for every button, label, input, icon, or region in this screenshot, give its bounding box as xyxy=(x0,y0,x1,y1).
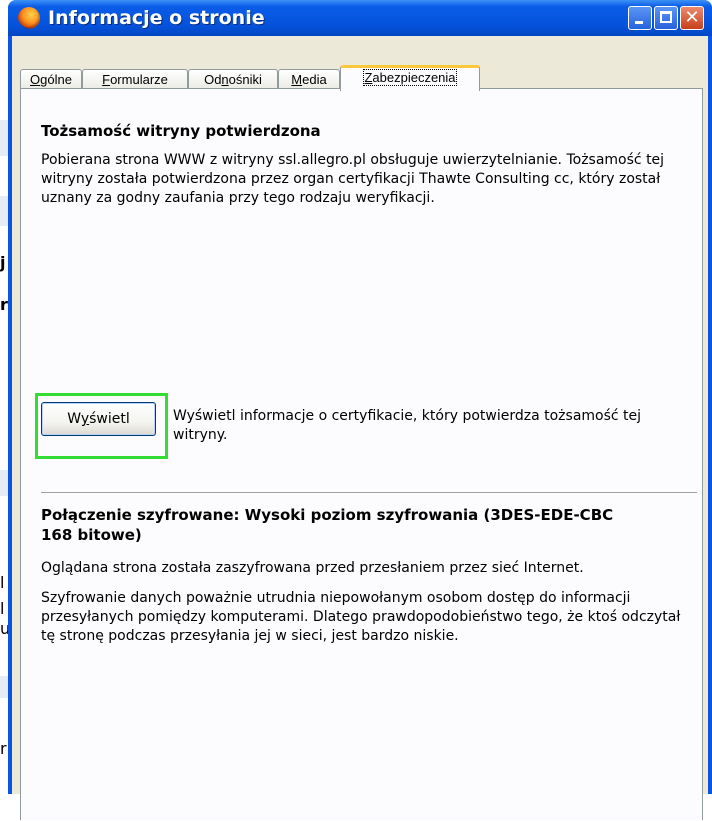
identity-description: Pobierana strona WWW z witryny ssl.alleg… xyxy=(41,152,665,206)
security-panel: Tożsamość witryny potwierdzona Pobierana… xyxy=(20,88,703,820)
tab-general[interactable]: Ogólne xyxy=(20,69,82,89)
view-certificate-description: Wyświetl informacje o certyfikacie, któr… xyxy=(173,408,642,443)
tab-forms[interactable]: Formularze xyxy=(82,69,188,89)
encryption-paragraph-2: Szyfrowanie danych poważnie utrudnia nie… xyxy=(41,590,681,644)
background-text: j xyxy=(0,253,6,272)
tab-label: Ogólne xyxy=(30,72,72,87)
encryption-paragraph-1: Oglądana strona została zaszyfrowana prz… xyxy=(41,560,584,576)
tab-label: Formularze xyxy=(102,72,168,87)
maximize-button[interactable] xyxy=(654,6,678,30)
tab-label: Zabezpieczenia xyxy=(363,69,457,86)
accelerator-key: O xyxy=(30,72,41,87)
view-certificate-button[interactable]: Wyświetl xyxy=(41,402,156,436)
background-text: r xyxy=(0,295,8,314)
accelerator-key: F xyxy=(102,72,111,87)
tab-media[interactable]: Media xyxy=(278,69,340,89)
title-bar[interactable]: Informacje o stronie ✕ xyxy=(8,0,712,36)
maximize-icon xyxy=(660,11,672,23)
encryption-heading: Połączenie szyfrowane: Wysoki poziom szy… xyxy=(41,506,614,544)
background-text: l xyxy=(0,599,5,618)
minimize-icon xyxy=(635,21,643,24)
tab-links[interactable]: Odnośniki xyxy=(188,69,278,89)
accelerator-key: M xyxy=(291,72,303,87)
background-text: r xyxy=(0,739,7,758)
tab-label: Media xyxy=(291,72,327,87)
accelerator-key: n xyxy=(221,72,229,87)
background-text: l xyxy=(0,573,5,592)
page-info-dialog: Informacje o stronie ✕ Ogólne Formularze… xyxy=(8,0,712,820)
accelerator-key: y xyxy=(80,411,90,427)
window-title: Informacje o stronie xyxy=(48,7,265,29)
minimize-button[interactable] xyxy=(628,6,652,30)
tab-security[interactable]: Zabezpieczenia xyxy=(340,65,480,91)
close-button[interactable]: ✕ xyxy=(680,6,704,30)
close-icon: ✕ xyxy=(684,7,700,28)
accelerator-key: Z xyxy=(364,70,373,85)
identity-heading: Tożsamość witryny potwierdzona xyxy=(41,122,321,140)
dialog-client-area: Ogólne Formularze Odnośniki Media Zabezp… xyxy=(12,36,708,820)
firefox-icon[interactable] xyxy=(18,7,40,29)
tab-label: Odnośniki xyxy=(204,72,262,87)
section-divider xyxy=(41,492,697,493)
